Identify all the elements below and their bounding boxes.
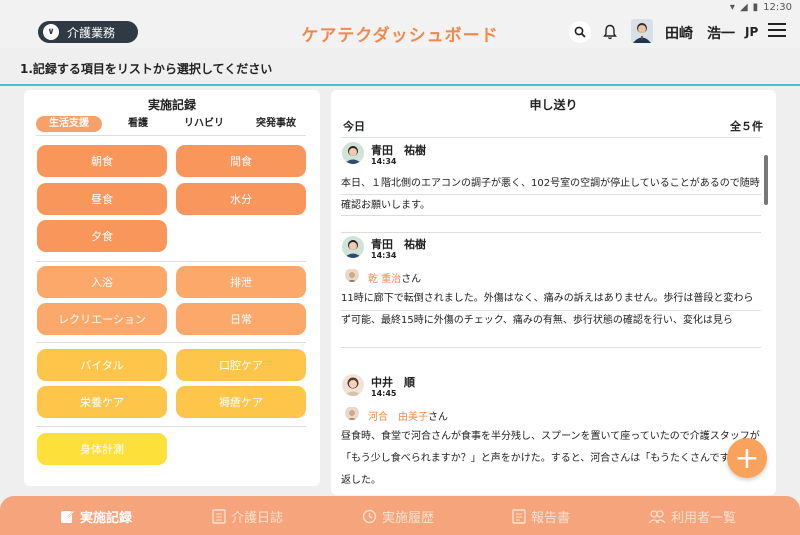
edit-note-icon: [61, 510, 75, 523]
daily-button[interactable]: 日常: [176, 303, 306, 335]
bath-button[interactable]: 入浴: [37, 266, 167, 298]
nav-care-diary[interactable]: 介護日誌: [212, 506, 283, 526]
entry-author: 青田 祐樹: [371, 238, 426, 251]
wifi-icon: ▾: [729, 2, 735, 13]
dinner-button[interactable]: 夕食: [37, 220, 167, 252]
resident-avatar: [345, 406, 359, 420]
handover-count: 全５件: [730, 120, 763, 133]
add-handover-button[interactable]: +: [727, 438, 767, 478]
vital-button[interactable]: バイタル: [37, 349, 167, 381]
language-selector[interactable]: JP: [745, 25, 758, 39]
users-icon: [648, 509, 666, 523]
entry-text: 本日、１階北側のエアコンの調子が悪く、102号室の空調が停止していることがあるの…: [341, 178, 760, 211]
handover-panel: 申し送り 今日 全５件 青田 祐樹 14:34 本日、１階北側のエアコンの調子が…: [331, 90, 776, 495]
resident-avatar: [345, 268, 359, 282]
notification-button[interactable]: [600, 21, 620, 43]
nav-label: 介護日誌: [231, 510, 284, 526]
user-name: 田崎 浩一: [665, 26, 735, 42]
department-label: 介護業務: [67, 25, 116, 40]
app-header: ∨ 介護業務 ケアテクダッシュボード 田崎 浩一 JP: [0, 18, 800, 48]
report-icon: [512, 508, 526, 524]
document-icon: [212, 508, 226, 524]
tab-life-support[interactable]: 生活支援: [36, 116, 102, 132]
avatar: [342, 374, 364, 396]
group-divider: [36, 426, 306, 427]
entry-author: 青田 祐樹: [371, 144, 426, 157]
bell-icon: [603, 24, 617, 40]
tabs-divider: [36, 135, 306, 136]
search-icon: [574, 26, 586, 38]
list-divider: [341, 137, 761, 138]
bottom-navigation: 実施記録 介護日誌 実施履歴 報告書 利用者一覧: [0, 496, 800, 535]
department-selector[interactable]: ∨ 介護業務: [38, 21, 138, 43]
recreation-button[interactable]: レクリエーション: [37, 303, 167, 335]
lunch-button[interactable]: 昼食: [37, 183, 167, 215]
snack-button[interactable]: 間食: [176, 145, 306, 177]
nav-users[interactable]: 利用者一覧: [648, 506, 736, 526]
entry-time: 14:34: [371, 157, 397, 166]
entry-time: 14:45: [371, 389, 397, 398]
nav-label: 実施履歴: [382, 510, 435, 526]
battery-icon: ▮: [752, 2, 759, 13]
entry-divider: [341, 347, 761, 348]
chevron-down-icon: ∨: [43, 24, 59, 40]
handover-title: 申し送り: [529, 98, 578, 112]
handover-scrollbar[interactable]: [764, 155, 768, 205]
resident-name[interactable]: 河合 由美子さん: [368, 408, 448, 423]
status-bar: ▾ ◢ ▮ 12:30: [0, 0, 800, 18]
tab-rehabilitation[interactable]: リハビリ: [176, 116, 232, 132]
records-panel: 実施記録 生活支援 看護 リハビリ 突発事故 朝食 間食 昼食 水分 夕食 入浴…: [24, 90, 320, 486]
nav-reports[interactable]: 報告書: [512, 506, 570, 526]
bedsore-care-button[interactable]: 褥瘡ケア: [176, 386, 306, 418]
history-icon: [362, 509, 377, 523]
entry-time: 14:34: [371, 251, 397, 260]
tab-accident[interactable]: 突発事故: [246, 116, 306, 132]
nav-records[interactable]: 実施記録: [60, 506, 132, 526]
entry-text: 昼食時、食堂で河合さんが食事を半分残し、スプーンを置いて座っていたので介護スタッ…: [341, 431, 760, 486]
body-measurement-button[interactable]: 身体計測: [37, 433, 167, 465]
nav-label: 報告書: [531, 510, 571, 526]
resident-name[interactable]: 乾 重治さん: [368, 270, 421, 285]
text-underline: [341, 194, 761, 195]
water-button[interactable]: 水分: [176, 183, 306, 215]
breakfast-button[interactable]: 朝食: [37, 145, 167, 177]
nav-label: 実施記録: [80, 510, 133, 526]
entry-divider: [341, 232, 761, 233]
group-divider: [36, 261, 306, 262]
status-indicators: ▾ ◢ ▮ 12:30: [730, 2, 792, 13]
group-divider: [36, 342, 306, 343]
search-button[interactable]: [569, 21, 591, 43]
excretion-button[interactable]: 排泄: [176, 266, 306, 298]
status-time: 12:30: [763, 2, 792, 13]
hamburger-menu-icon[interactable]: [768, 23, 786, 39]
oral-care-button[interactable]: 口腔ケア: [176, 349, 306, 381]
avatar: [342, 236, 364, 258]
records-tabs: 生活支援 看護 リハビリ 突発事故: [36, 116, 306, 132]
records-title: 実施記録: [147, 98, 196, 112]
entry-author: 中井 順: [371, 376, 415, 389]
header-divider: [0, 84, 800, 86]
nutrition-care-button[interactable]: 栄養ケア: [37, 386, 167, 418]
nav-label: 利用者一覧: [671, 510, 737, 526]
today-label: 今日: [343, 120, 365, 133]
avatar: [342, 142, 364, 164]
signal-icon: ◢: [739, 2, 748, 13]
text-underline: [341, 215, 761, 216]
nav-history[interactable]: 実施履歴: [362, 506, 434, 526]
text-underline: [341, 310, 761, 311]
plus-icon: +: [734, 440, 760, 476]
tab-nursing[interactable]: 看護: [114, 116, 162, 132]
user-avatar[interactable]: [631, 19, 653, 43]
instruction-text: 1.記録する項目をリストから選択してください: [20, 62, 273, 76]
